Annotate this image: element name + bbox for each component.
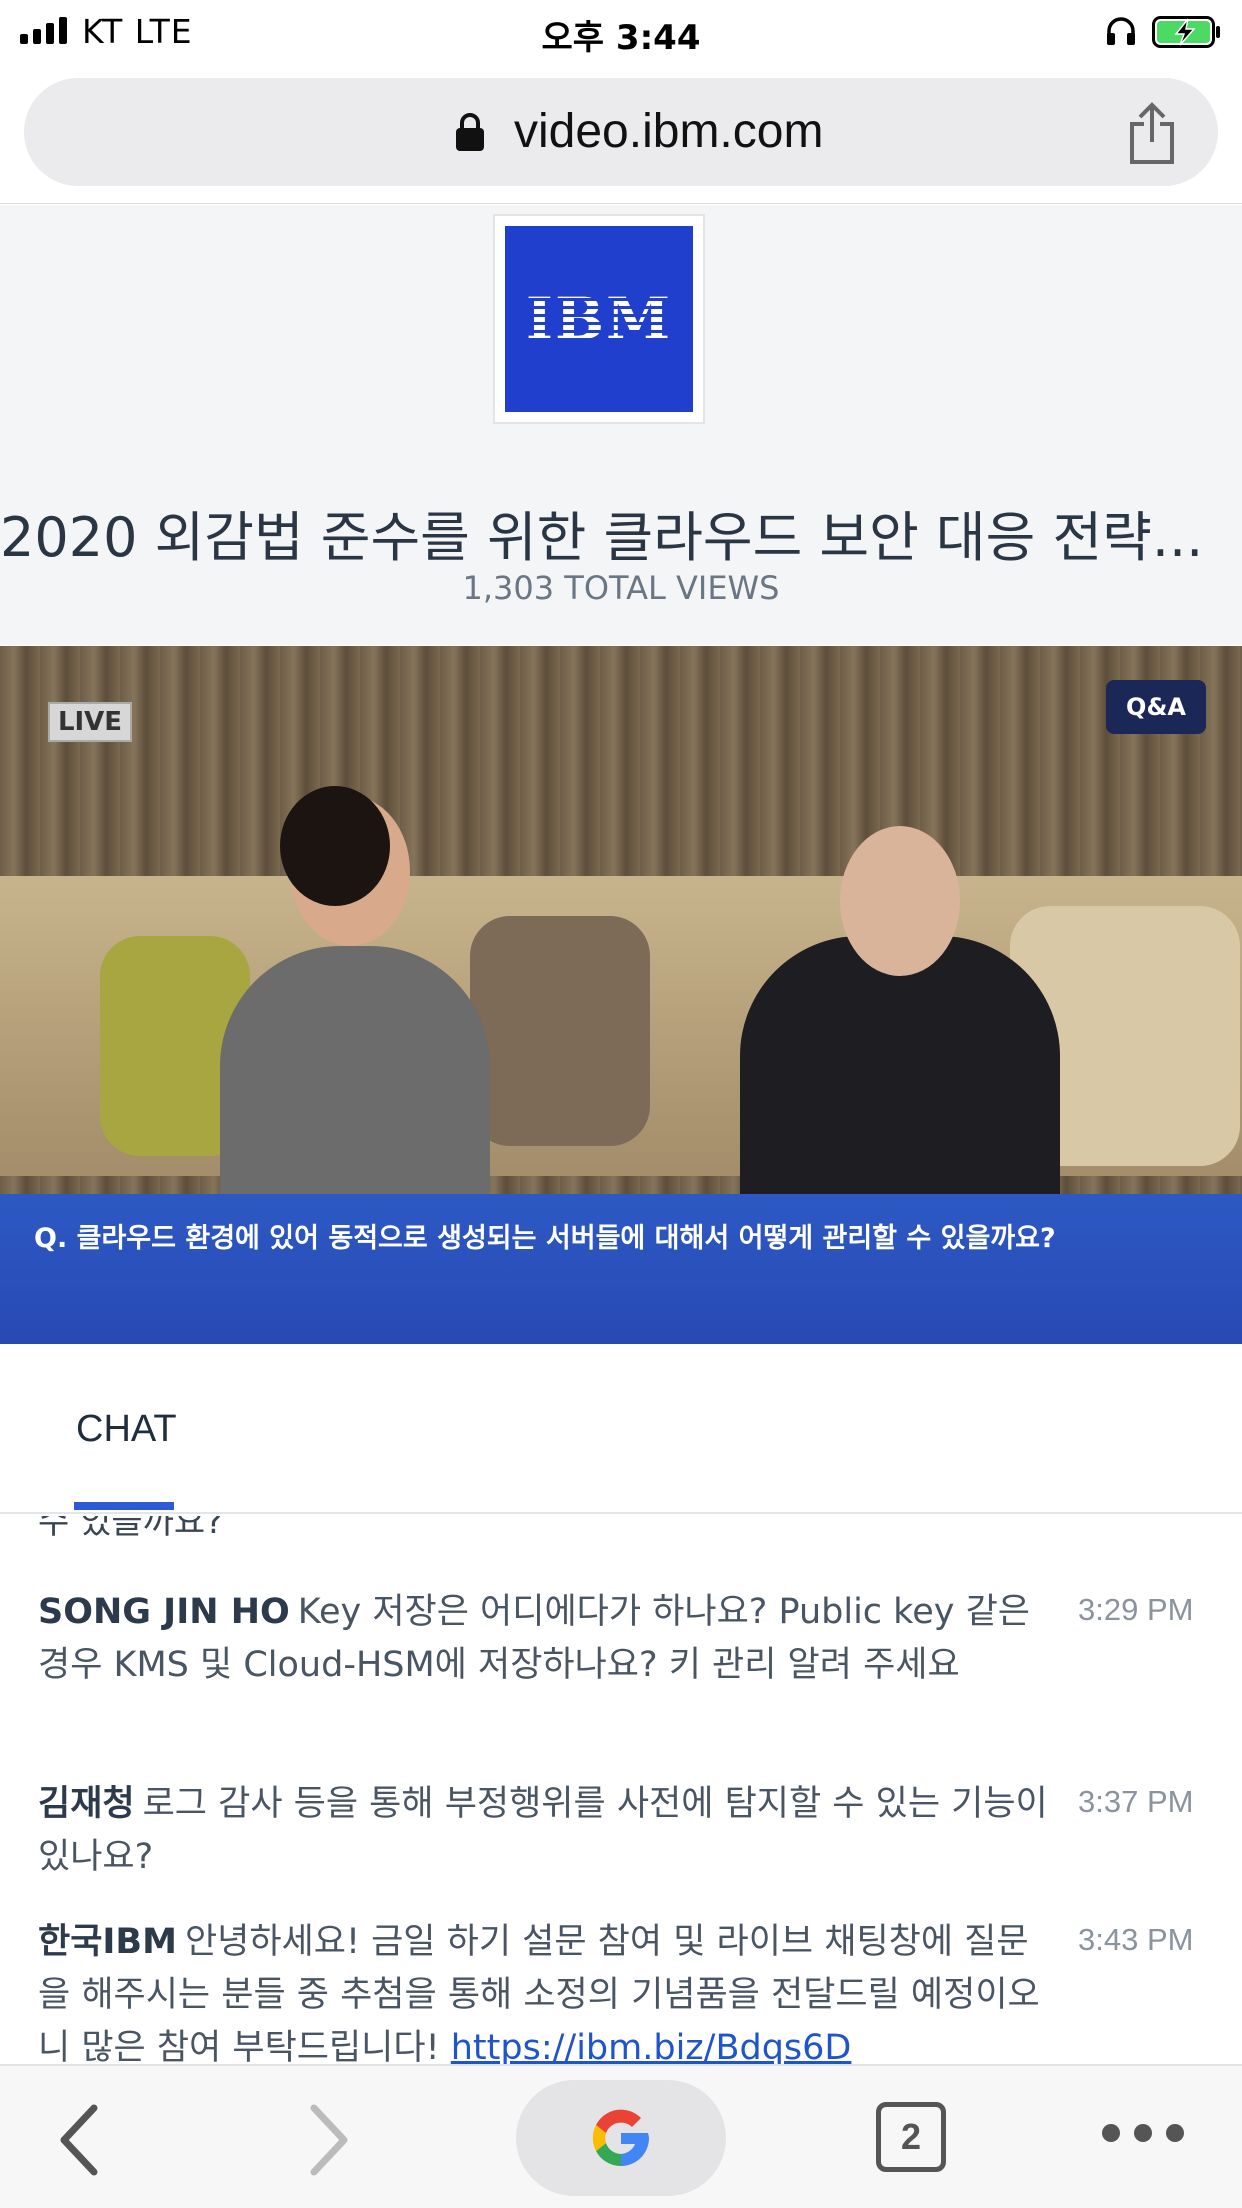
- share-icon[interactable]: [1124, 102, 1180, 166]
- more-menu-icon[interactable]: [1102, 2124, 1184, 2142]
- chat-time: 3:37 PM: [1078, 1784, 1194, 1819]
- video-hair-host: [280, 786, 390, 906]
- video-pillow-mid: [470, 916, 650, 1146]
- lock-icon: [456, 113, 484, 151]
- video-person-guest: [740, 936, 1060, 1226]
- channel-header: IBM 2020 외감법 준수를 위한 클라우드 보안 대응 전략... 1,3…: [0, 205, 1242, 645]
- google-search-button[interactable]: [516, 2080, 726, 2196]
- video-head-guest: [840, 826, 960, 976]
- battery-charging-icon: [1152, 16, 1220, 48]
- total-views: 1,303 TOTAL VIEWS: [462, 569, 780, 607]
- chat-text: 로그 감사 등을 통해 부정행위를 사전에 탐지할 수 있는 기능이 있나요?: [38, 1784, 1048, 1877]
- video-title: 2020 외감법 준수를 위한 클라우드 보안 대응 전략...: [0, 506, 1204, 569]
- chat-author[interactable]: 한국IBM: [38, 1922, 177, 1962]
- ibm-logo[interactable]: IBM: [493, 214, 705, 424]
- video-caption: Q. 클라우드 환경에 있어 동적으로 생성되는 서버들에 대해서 어떻게 관리…: [34, 1223, 1056, 1254]
- qa-badge: Q&A: [1106, 680, 1206, 734]
- chat-author[interactable]: SONG JIN HO: [38, 1592, 290, 1632]
- url-text[interactable]: video.ibm.com: [514, 104, 823, 159]
- forward-icon[interactable]: [302, 2102, 354, 2178]
- video-person-host: [220, 946, 490, 1236]
- browser-address-area: video.ibm.com: [0, 62, 1242, 204]
- tab-active-indicator: [74, 1502, 174, 1510]
- tab-chat[interactable]: CHAT: [76, 1408, 177, 1451]
- browser-toolbar: 2: [0, 2064, 1242, 2208]
- tabs-count-button[interactable]: 2: [876, 2102, 946, 2172]
- ibm-logo-text: IBM: [525, 285, 673, 353]
- headphones-icon: [1107, 17, 1135, 45]
- address-bar[interactable]: video.ibm.com: [24, 78, 1218, 186]
- status-bar: KT LTE 오후 3:44: [0, 0, 1242, 62]
- chat-cutoff-text: 수 있을까요?: [38, 1516, 224, 1542]
- video-caption-band: Q. 클라우드 환경에 있어 동적으로 생성되는 서버들에 대해서 어떻게 관리…: [0, 1194, 1242, 1344]
- chat-message: 한국IBM 안녕하세요! 금일 하기 설문 참여 및 라이브 채팅창에 질문을 해…: [38, 1916, 1048, 2064]
- chat-message: 김재청 로그 감사 등을 통해 부정행위를 사전에 탐지할 수 있는 기능이 있나…: [38, 1778, 1048, 1884]
- live-badge: LIVE: [48, 702, 132, 742]
- chat-author[interactable]: 김재청: [38, 1784, 135, 1824]
- chat-time: 3:43 PM: [1078, 1922, 1194, 1957]
- tab-bar: CHAT: [0, 1344, 1242, 1514]
- ibm-logo-box: IBM: [505, 226, 693, 412]
- chat-link[interactable]: https://ibm.biz/Bdqs6D: [451, 2028, 852, 2064]
- back-icon[interactable]: [54, 2102, 106, 2178]
- chat-time: 3:29 PM: [1078, 1592, 1194, 1627]
- status-time: 오후 3:44: [541, 18, 701, 58]
- video-player[interactable]: LIVE Q&A Q. 클라우드 환경에 있어 동적으로 생성되는 서버들에 대…: [0, 646, 1242, 1344]
- chat-list[interactable]: 수 있을까요? SONG JIN HO Key 저장은 어디에다가 하나요? Pu…: [0, 1516, 1242, 2064]
- chat-message: SONG JIN HO Key 저장은 어디에다가 하나요? Public key…: [38, 1586, 1048, 1692]
- google-icon: [592, 2109, 649, 2167]
